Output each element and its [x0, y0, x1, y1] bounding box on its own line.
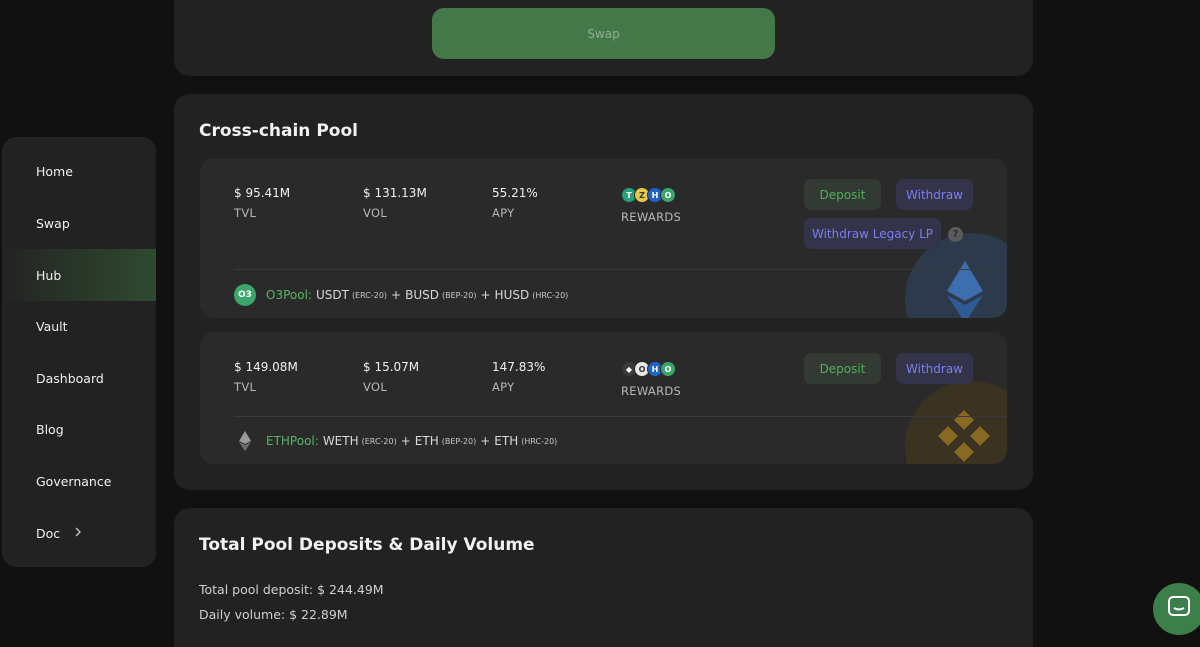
sidebar-item-label: Doc [36, 525, 61, 541]
apy-label: APY [492, 380, 515, 394]
token-name: USDT [315, 288, 349, 302]
o3-icon: O [660, 361, 676, 377]
ethereum-icon [234, 430, 256, 452]
sidebar-item-governance[interactable]: Governance [2, 455, 156, 507]
withdraw-button[interactable]: Withdraw [896, 179, 973, 210]
plus-sign: + [400, 434, 411, 448]
token-name: HUSD [494, 288, 530, 302]
binance-icon [905, 381, 1007, 464]
withdraw-button[interactable]: Withdraw [896, 353, 973, 384]
tvl-stat: $ 95.41M TVL [234, 186, 290, 220]
tvl-label: TVL [234, 380, 257, 394]
tvl-value: $ 149.08M [234, 360, 298, 374]
swap-button[interactable]: Swap [432, 8, 775, 59]
swap-card: Swap [174, 0, 1033, 76]
token-standard: (HRC-20) [532, 290, 569, 300]
chat-icon [1167, 595, 1191, 623]
chevron-right-icon [74, 526, 82, 540]
sidebar-item-label: Hub [36, 267, 62, 283]
token-standard: (ERC-20) [361, 436, 397, 446]
plus-sign: + [480, 434, 491, 448]
token-name: ETH [414, 434, 439, 448]
pool-name: ETHPool: [266, 434, 319, 448]
token-standard: (BEP-20) [441, 436, 477, 446]
sidebar-item-label: Home [36, 163, 73, 179]
token-name: ETH [494, 434, 519, 448]
token-standard: (HRC-20) [521, 436, 558, 446]
vol-label: VOL [363, 380, 388, 394]
token-name: WETH [322, 434, 359, 448]
sidebar-item-label: Blog [36, 421, 64, 437]
pool-description: O3 O3Pool: USDT (ERC-20) + BUSD (BEP-20)… [234, 284, 572, 306]
cross-chain-pool-card: Cross-chain Pool $ 95.41M TVL $ 131.13M … [174, 94, 1033, 490]
pool-row: $ 149.08M TVL $ 15.07M VOL 147.83% APY ◆… [200, 332, 1007, 464]
sidebar-item-label: Swap [36, 215, 70, 231]
daily-volume: Daily volume: $ 22.89M [199, 607, 348, 622]
apy-stat: 55.21% APY [492, 186, 538, 220]
sidebar: Home Swap Hub Vault Dashboard Blog Gover… [2, 137, 156, 567]
section-title: Total Pool Deposits & Daily Volume [199, 535, 535, 555]
tvl-value: $ 95.41M [234, 186, 291, 200]
tvl-label: TVL [234, 206, 257, 220]
vol-stat: $ 131.13M VOL [363, 186, 427, 220]
divider [234, 269, 1007, 270]
apy-value: 147.83% [492, 360, 546, 374]
plus-sign: + [480, 288, 491, 302]
pool-description: ETHPool: WETH (ERC-20) + ETH (BEP-20) + … [234, 430, 561, 452]
totals-card: Total Pool Deposits & Daily Volume Total… [174, 508, 1033, 647]
apy-value: 55.21% [492, 186, 538, 200]
vol-value: $ 15.07M [363, 360, 420, 374]
chat-button[interactable] [1153, 583, 1200, 635]
sidebar-item-swap[interactable]: Swap [2, 197, 156, 249]
sidebar-item-label: Dashboard [36, 370, 104, 386]
rewards-label: REWARDS [621, 210, 682, 224]
sidebar-item-dashboard[interactable]: Dashboard [2, 352, 156, 404]
token-standard: (ERC-20) [351, 290, 388, 300]
section-title: Cross-chain Pool [199, 121, 358, 141]
sidebar-item-blog[interactable]: Blog [2, 403, 156, 455]
sidebar-item-doc[interactable]: Doc [2, 507, 156, 559]
o3-icon: O3 [234, 284, 256, 306]
sidebar-item-hub[interactable]: Hub [2, 249, 156, 301]
token-standard: (BEP-20) [441, 290, 477, 300]
help-icon[interactable]: ? [948, 227, 963, 242]
vol-value: $ 131.13M [363, 186, 427, 200]
pool-name: O3Pool: [266, 288, 312, 302]
deposit-button[interactable]: Deposit [804, 353, 881, 384]
apy-label: APY [492, 206, 515, 220]
pool-row: $ 95.41M TVL $ 131.13M VOL 55.21% APY T … [200, 158, 1007, 318]
plus-sign: + [391, 288, 402, 302]
vol-stat: $ 15.07M VOL [363, 360, 419, 394]
sidebar-item-label: Governance [36, 473, 112, 489]
rewards-stat: ◆ O H O REWARDS [621, 360, 681, 398]
sidebar-item-home[interactable]: Home [2, 145, 156, 197]
vol-label: VOL [363, 206, 388, 220]
divider [234, 416, 1007, 417]
token-name: BUSD [405, 288, 439, 302]
withdraw-legacy-lp-button[interactable]: Withdraw Legacy LP [804, 218, 941, 249]
rewards-icons: T Z H O [621, 186, 681, 204]
rewards-stat: T Z H O REWARDS [621, 186, 681, 224]
rewards-icons: ◆ O H O [621, 360, 681, 378]
o3-icon: O [660, 187, 676, 203]
sidebar-item-label: Vault [36, 318, 68, 334]
sidebar-item-vault[interactable]: Vault [2, 300, 156, 352]
total-pool-deposit: Total pool deposit: $ 244.49M [199, 582, 384, 597]
rewards-label: REWARDS [621, 384, 682, 398]
tvl-stat: $ 149.08M TVL [234, 360, 298, 394]
deposit-button[interactable]: Deposit [804, 179, 881, 210]
apy-stat: 147.83% APY [492, 360, 545, 394]
